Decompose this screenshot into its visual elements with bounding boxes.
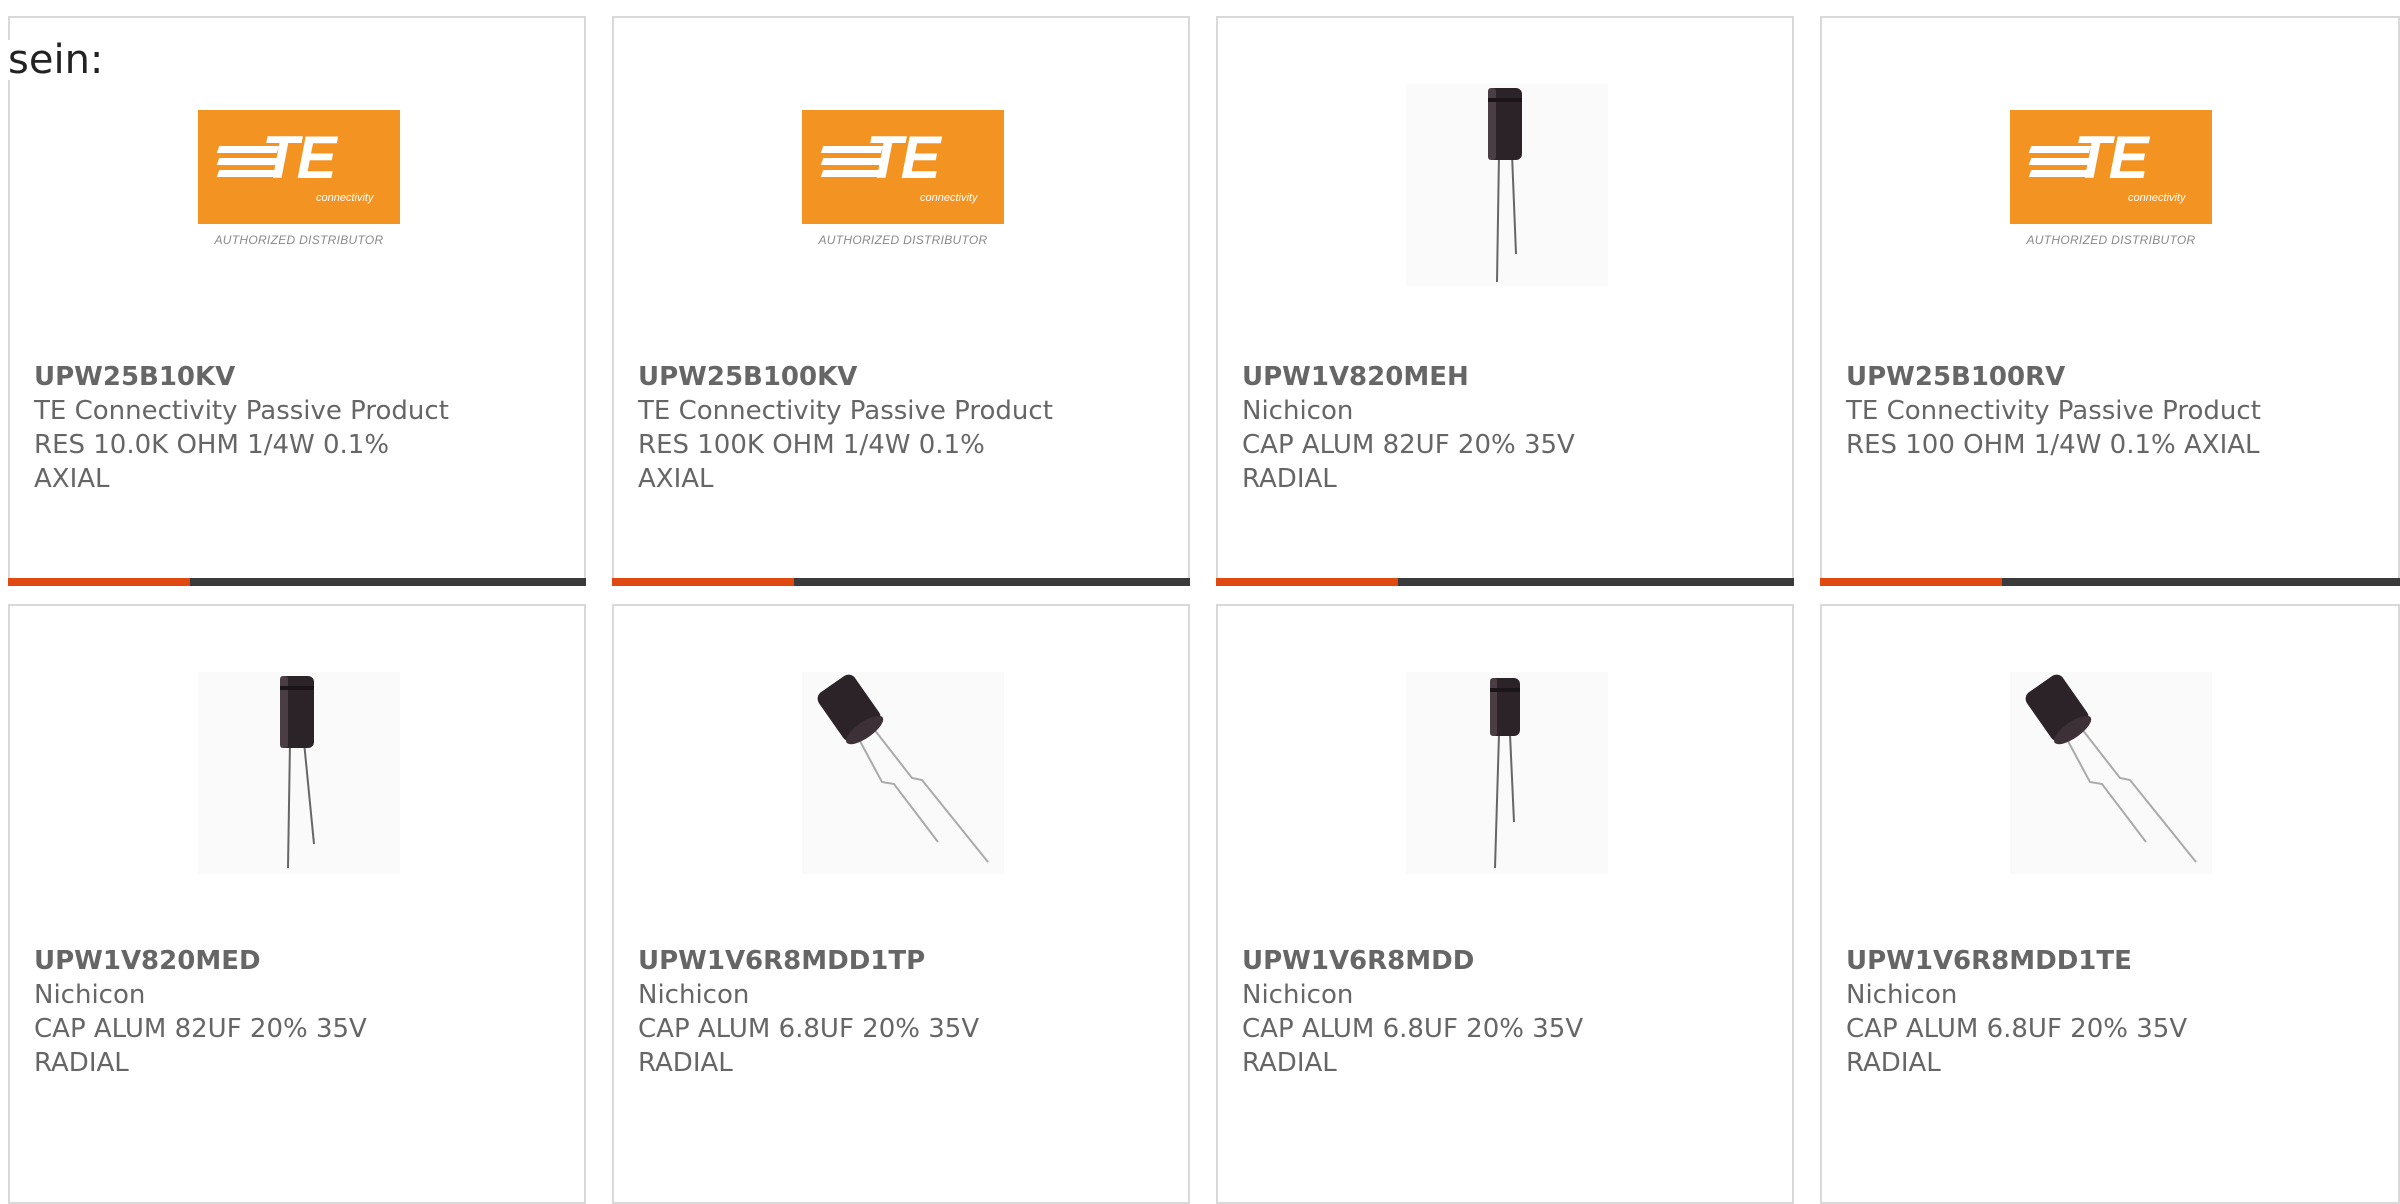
capacitor-image (198, 672, 400, 874)
part-number[interactable]: UPW1V6R8MDD (1242, 944, 1762, 978)
description: CAP ALUM 6.8UF 20% 35V (1846, 1014, 2188, 1044)
manufacturer: Nichicon (1242, 396, 1354, 426)
description: CAP ALUM 6.8UF 20% 35V (638, 1014, 980, 1044)
manufacturer: Nichicon (34, 980, 146, 1010)
capacitor-image (2010, 672, 2212, 874)
product-card[interactable]: TE connectivity AUTHORIZED DISTRIBUTOR U… (612, 16, 1190, 586)
card-accent-bar (612, 578, 1190, 586)
product-card[interactable]: UPW1V820MEH Nichicon CAP ALUM 82UF 20% 3… (1216, 16, 1794, 586)
description-cont: RADIAL (1242, 1048, 1337, 1078)
manufacturer: Nichicon (1242, 980, 1354, 1010)
description: CAP ALUM 82UF 20% 35V (34, 1014, 367, 1044)
part-number[interactable]: UPW1V820MED (34, 944, 554, 978)
product-image (802, 672, 1004, 874)
product-image: TE connectivity AUTHORIZED DISTRIBUTOR (2010, 84, 2212, 286)
product-image (2010, 672, 2212, 874)
product-card[interactable]: TE connectivity AUTHORIZED DISTRIBUTOR U… (8, 16, 586, 586)
card-accent-bar (1820, 578, 2400, 586)
part-number[interactable]: UPW1V6R8MDD1TE (1846, 944, 2366, 978)
product-card[interactable]: UPW1V6R8MDD1TP Nichicon CAP ALUM 6.8UF 2… (612, 604, 1190, 1204)
te-connectivity-logo: TE connectivity AUTHORIZED DISTRIBUTOR (198, 110, 400, 260)
description-cont: RADIAL (638, 1048, 733, 1078)
product-card[interactable]: UPW1V820MED Nichicon CAP ALUM 82UF 20% 3… (8, 604, 586, 1204)
card-accent-bar (8, 578, 586, 586)
product-image: TE connectivity AUTHORIZED DISTRIBUTOR (802, 84, 1004, 286)
product-image (1406, 84, 1608, 286)
manufacturer: Nichicon (1846, 980, 1958, 1010)
description-cont: RADIAL (1846, 1048, 1941, 1078)
part-number[interactable]: UPW1V820MEH (1242, 360, 1762, 394)
product-card[interactable]: UPW1V6R8MDD1TE Nichicon CAP ALUM 6.8UF 2… (1820, 604, 2400, 1204)
description-cont: AXIAL (34, 464, 110, 494)
description: RES 10.0K OHM 1/4W 0.1% (34, 430, 390, 460)
part-number[interactable]: UPW25B100KV (638, 360, 1158, 394)
product-image: TE connectivity AUTHORIZED DISTRIBUTOR (198, 84, 400, 286)
te-connectivity-logo: TE connectivity AUTHORIZED DISTRIBUTOR (802, 110, 1004, 260)
product-card[interactable]: UPW1V6R8MDD Nichicon CAP ALUM 6.8UF 20% … (1216, 604, 1794, 1204)
part-number[interactable]: UPW25B100RV (1846, 360, 2366, 394)
description-cont: RADIAL (34, 1048, 129, 1078)
capacitor-image (1406, 84, 1608, 286)
manufacturer: Nichicon (638, 980, 750, 1010)
manufacturer: TE Connectivity Passive Product (34, 396, 449, 426)
description-cont: AXIAL (638, 464, 714, 494)
part-number[interactable]: UPW25B10KV (34, 360, 554, 394)
description: CAP ALUM 82UF 20% 35V (1242, 430, 1575, 460)
manufacturer: TE Connectivity Passive Product (638, 396, 1053, 426)
part-number[interactable]: UPW1V6R8MDD1TP (638, 944, 1158, 978)
capacitor-image (1406, 672, 1608, 874)
description: RES 100K OHM 1/4W 0.1% (638, 430, 985, 460)
intro-text: sein: (8, 37, 106, 83)
product-image (1406, 672, 1608, 874)
card-accent-bar (1216, 578, 1794, 586)
product-card[interactable]: TE connectivity AUTHORIZED DISTRIBUTOR U… (1820, 16, 2400, 586)
manufacturer: TE Connectivity Passive Product (1846, 396, 2261, 426)
description-cont: RADIAL (1242, 464, 1337, 494)
description: RES 100 OHM 1/4W 0.1% AXIAL (1846, 430, 2260, 460)
description: CAP ALUM 6.8UF 20% 35V (1242, 1014, 1584, 1044)
capacitor-image (802, 672, 1004, 874)
te-connectivity-logo: TE connectivity AUTHORIZED DISTRIBUTOR (2010, 110, 2212, 260)
product-image (198, 672, 400, 874)
